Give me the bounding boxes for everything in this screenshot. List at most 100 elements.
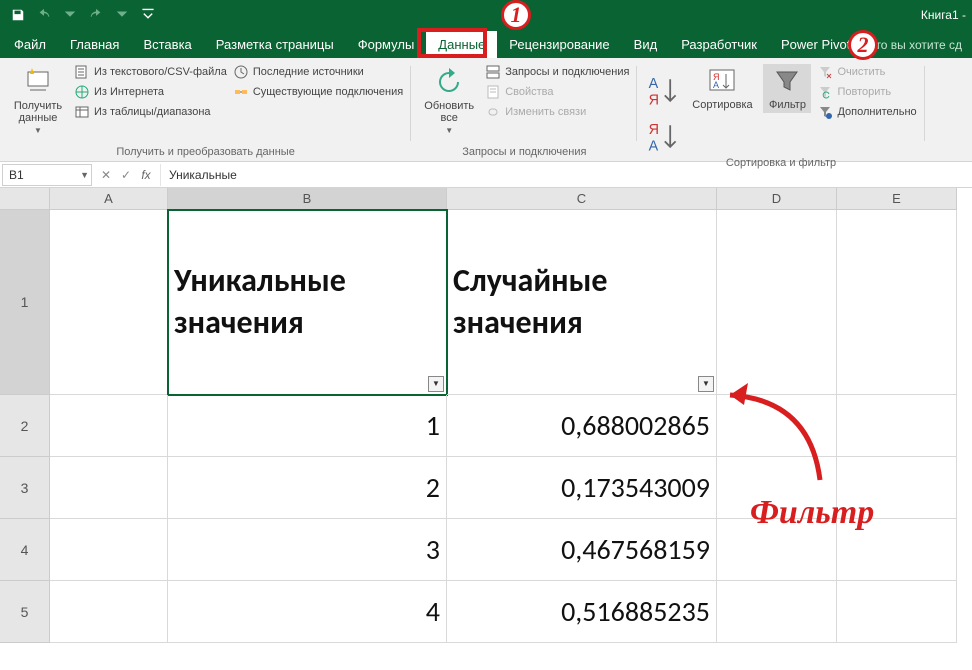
cell-D2[interactable]: [717, 395, 837, 457]
filter-button[interactable]: Фильтр: [763, 64, 811, 113]
refresh-all-button[interactable]: Обновить все ▼: [419, 64, 479, 135]
save-icon[interactable]: [6, 3, 30, 27]
cell-A4[interactable]: [50, 519, 168, 581]
cell-B1[interactable]: Уникальные значения▼: [168, 210, 447, 395]
tab-powerpivot[interactable]: Power Pivot: [769, 31, 862, 58]
cell-D1[interactable]: [717, 210, 837, 395]
tab-layout[interactable]: Разметка страницы: [204, 31, 346, 58]
chevron-down-icon: ▼: [445, 126, 453, 135]
tab-formulas[interactable]: Формулы: [346, 31, 427, 58]
filter-dropdown-icon[interactable]: ▼: [428, 376, 444, 392]
edit-links-label: Изменить связи: [505, 106, 586, 118]
tab-developer[interactable]: Разработчик: [669, 31, 769, 58]
queries-label: Запросы и подключения: [505, 66, 629, 78]
tab-home[interactable]: Главная: [58, 31, 131, 58]
cell-B3[interactable]: 2: [168, 457, 447, 519]
cell-E3[interactable]: [837, 457, 957, 519]
sort-button[interactable]: ЯA Сортировка: [687, 64, 757, 111]
cell-C1[interactable]: Случайные значения▼: [447, 210, 717, 395]
from-web-button[interactable]: Из Интернета: [74, 84, 227, 100]
select-all-corner[interactable]: [0, 188, 50, 210]
col-header-E[interactable]: E: [837, 188, 957, 210]
recent-sources-label: Последние источники: [253, 66, 364, 78]
row-header-4[interactable]: 4: [0, 519, 50, 581]
cell-C2[interactable]: 0,688002865: [447, 395, 717, 457]
properties-label: Свойства: [505, 86, 553, 98]
advanced-label: Дополнительно: [837, 106, 916, 118]
recent-icon: [233, 64, 249, 80]
cell-B2[interactable]: 1: [168, 395, 447, 457]
tab-data[interactable]: Данные: [426, 31, 497, 58]
cell-D5[interactable]: [717, 581, 837, 643]
existing-conn-button[interactable]: Существующие подключения: [233, 84, 403, 100]
from-csv-label: Из текстового/CSV-файла: [94, 66, 227, 78]
cell-C3[interactable]: 0,173543009: [447, 457, 717, 519]
name-box[interactable]: B1 ▼: [2, 164, 92, 186]
cell-E2[interactable]: [837, 395, 957, 457]
tell-me-search[interactable]: то вы хотите сд: [875, 38, 970, 58]
sort-az-button[interactable]: AЯ: [645, 68, 681, 112]
tab-file[interactable]: Файл: [2, 31, 58, 58]
tab-view[interactable]: Вид: [622, 31, 670, 58]
existing-conn-label: Существующие подключения: [253, 86, 403, 98]
table-icon: [74, 104, 90, 120]
tab-insert[interactable]: Вставка: [131, 31, 203, 58]
connections-icon: [233, 84, 249, 100]
row-header-2[interactable]: 2: [0, 395, 50, 457]
enter-formula-icon: ✓: [116, 164, 136, 186]
col-header-B[interactable]: B: [168, 188, 447, 210]
group-queries-label: Запросы и подключения: [419, 146, 629, 161]
advanced-filter-button[interactable]: Дополнительно: [817, 104, 916, 120]
title-bar: Книга1 -: [0, 0, 972, 30]
refresh-all-label: Обновить все: [419, 100, 479, 124]
col-header-D[interactable]: D: [717, 188, 837, 210]
cell-B5[interactable]: 4: [168, 581, 447, 643]
queries-icon: [485, 64, 501, 80]
undo-icon[interactable]: [32, 3, 56, 27]
cell-A2[interactable]: [50, 395, 168, 457]
filter-dropdown-icon[interactable]: ▼: [698, 376, 714, 392]
cell-B4[interactable]: 3: [168, 519, 447, 581]
csv-icon: [74, 64, 90, 80]
cell-E5[interactable]: [837, 581, 957, 643]
from-csv-button[interactable]: Из текстового/CSV-файла: [74, 64, 227, 80]
edit-links-button: Изменить связи: [485, 104, 629, 120]
sort-za-button[interactable]: ЯA: [645, 114, 681, 158]
cell-A5[interactable]: [50, 581, 168, 643]
row-header-1[interactable]: 1: [0, 210, 50, 395]
cell-E4[interactable]: [837, 519, 957, 581]
get-data-button[interactable]: Получить данные ▼: [8, 64, 68, 135]
reapply-icon: [817, 84, 833, 100]
col-header-A[interactable]: A: [50, 188, 168, 210]
row-header-3[interactable]: 3: [0, 457, 50, 519]
cell-C5[interactable]: 0,516885235: [447, 581, 717, 643]
cell-D3[interactable]: [717, 457, 837, 519]
get-data-label: Получить данные: [8, 100, 68, 124]
cell-A3[interactable]: [50, 457, 168, 519]
svg-text:A: A: [649, 76, 659, 92]
recent-sources-button[interactable]: Последние источники: [233, 64, 403, 80]
queries-button[interactable]: Запросы и подключения: [485, 64, 629, 80]
clear-label: Очистить: [837, 66, 885, 78]
cell-D4[interactable]: [717, 519, 837, 581]
fx-icon[interactable]: fx: [136, 164, 156, 186]
clear-icon: [817, 64, 833, 80]
undo-dropdown-icon[interactable]: [58, 3, 82, 27]
svg-text:A: A: [649, 138, 659, 154]
group-sort-label: Сортировка и фильтр: [645, 157, 916, 172]
reapply-label: Повторить: [837, 86, 891, 98]
cell-E1[interactable]: [837, 210, 957, 395]
row-header-5[interactable]: 5: [0, 581, 50, 643]
redo-dropdown-icon[interactable]: [110, 3, 134, 27]
chevron-down-icon[interactable]: ▼: [80, 170, 89, 180]
cell-A1[interactable]: [50, 210, 168, 395]
qat-customize-icon[interactable]: [136, 3, 160, 27]
col-header-C[interactable]: C: [447, 188, 717, 210]
from-table-button[interactable]: Из таблицы/диапазона: [74, 104, 227, 120]
get-data-icon: [22, 66, 54, 98]
redo-icon[interactable]: [84, 3, 108, 27]
tab-review[interactable]: Рецензирование: [497, 31, 621, 58]
svg-text:Я: Я: [649, 92, 659, 108]
name-box-value: B1: [9, 168, 24, 182]
cell-C4[interactable]: 0,467568159: [447, 519, 717, 581]
